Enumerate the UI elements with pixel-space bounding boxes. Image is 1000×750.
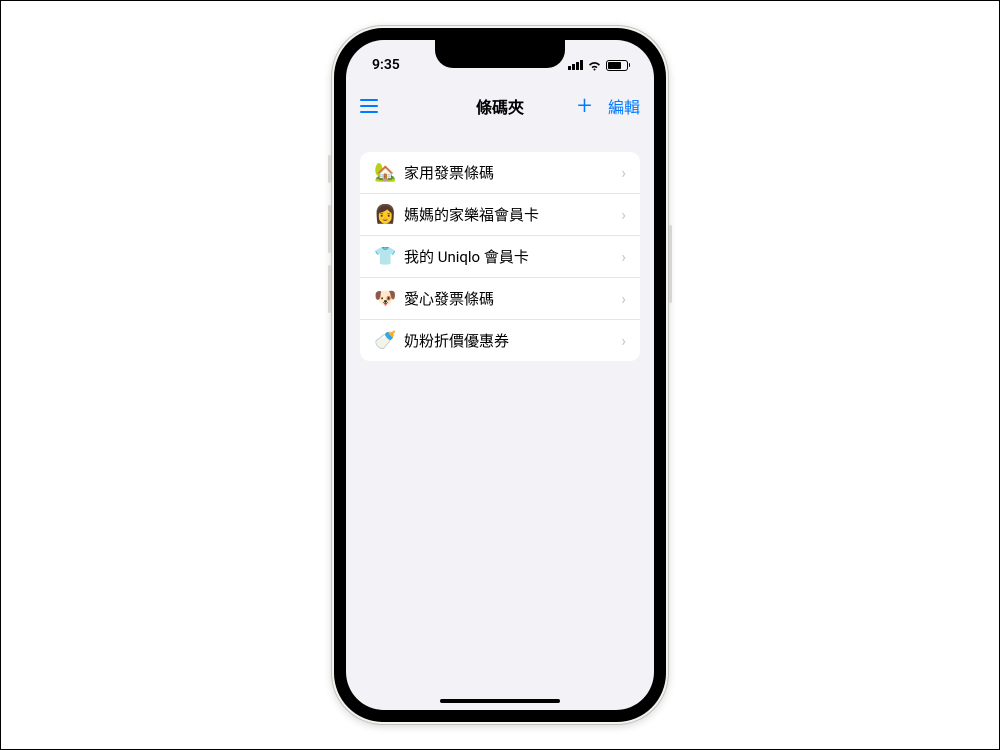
chevron-right-icon: › (621, 205, 626, 224)
chevron-right-icon: › (621, 331, 626, 350)
navigation-bar: 條碼夾 + 編輯 (346, 84, 654, 128)
menu-icon[interactable] (360, 99, 378, 113)
chevron-right-icon: › (621, 289, 626, 308)
page-title: 條碼夾 (476, 94, 524, 118)
screen: 9:35 (346, 40, 654, 710)
phone-bezel: 9:35 (334, 28, 666, 722)
item-label: 奶粉折價優惠券 (404, 330, 611, 351)
item-label: 家用發票條碼 (404, 162, 611, 183)
wifi-icon (587, 60, 602, 71)
battery-icon (606, 60, 631, 71)
item-emoji-icon: 🍼 (374, 330, 394, 351)
volume-down-button[interactable] (328, 265, 331, 313)
silence-switch[interactable] (328, 155, 331, 183)
volume-up-button[interactable] (328, 205, 331, 253)
item-emoji-icon: 🐶 (374, 288, 394, 309)
item-label: 愛心發票條碼 (404, 288, 611, 309)
list-item[interactable]: 👕 我的 Uniqlo 會員卡 › (360, 236, 640, 278)
list-item[interactable]: 🍼 奶粉折價優惠券 › (360, 320, 640, 361)
status-time: 9:35 (372, 51, 400, 73)
phone-frame: 9:35 (331, 25, 669, 725)
chevron-right-icon: › (621, 163, 626, 182)
item-emoji-icon: 👩 (374, 204, 394, 225)
item-emoji-icon: 👕 (374, 246, 394, 267)
content-area: 🏡 家用發票條碼 › 👩 媽媽的家樂福會員卡 › 👕 我的 Uniqlo 會員卡… (346, 128, 654, 361)
add-button[interactable]: + (577, 93, 592, 119)
power-button[interactable] (669, 225, 672, 303)
barcode-list: 🏡 家用發票條碼 › 👩 媽媽的家樂福會員卡 › 👕 我的 Uniqlo 會員卡… (360, 152, 640, 361)
status-indicators (568, 54, 630, 71)
home-indicator[interactable] (440, 699, 560, 703)
list-item[interactable]: 🏡 家用發票條碼 › (360, 152, 640, 194)
list-item[interactable]: 👩 媽媽的家樂福會員卡 › (360, 194, 640, 236)
cellular-signal-icon (568, 60, 583, 70)
item-label: 我的 Uniqlo 會員卡 (404, 246, 611, 267)
notch (435, 40, 565, 68)
item-emoji-icon: 🏡 (374, 162, 394, 183)
edit-button[interactable]: 編輯 (608, 94, 640, 118)
item-label: 媽媽的家樂福會員卡 (404, 204, 611, 225)
chevron-right-icon: › (621, 247, 626, 266)
list-item[interactable]: 🐶 愛心發票條碼 › (360, 278, 640, 320)
